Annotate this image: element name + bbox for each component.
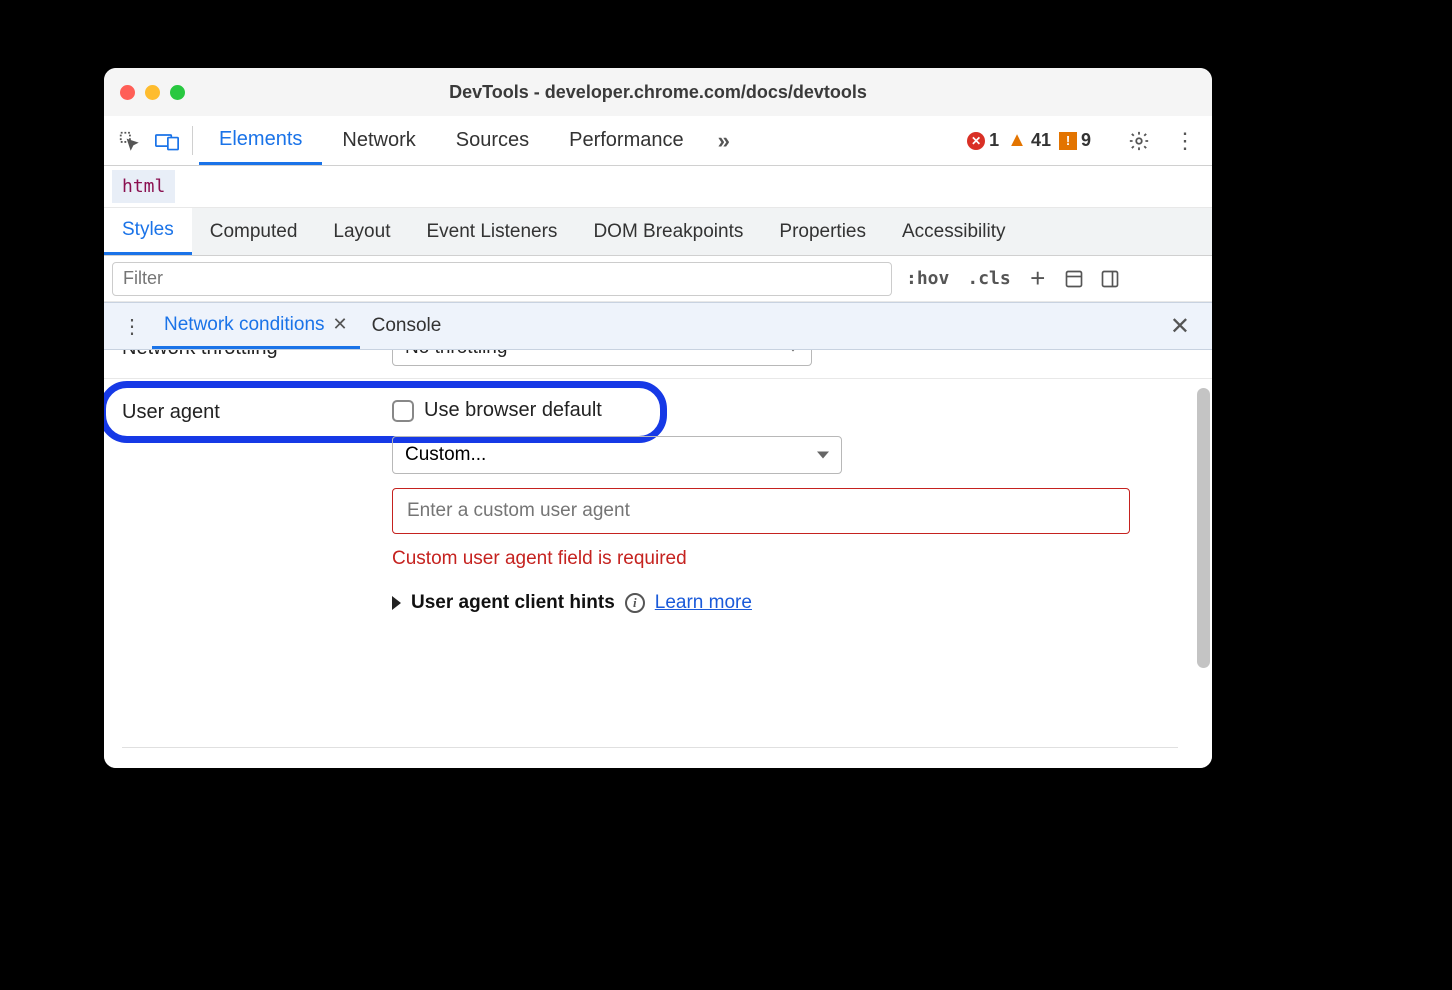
tab-elements[interactable]: Elements [199,116,322,165]
client-hints-label[interactable]: User agent client hints [411,592,615,614]
styles-filter-input[interactable] [112,262,892,296]
minimize-window-button[interactable] [145,85,160,100]
disclosure-triangle-icon[interactable] [392,596,401,610]
dom-breadcrumb: html [104,166,1212,208]
drawer-tab-console[interactable]: Console [360,303,454,349]
subtab-layout[interactable]: Layout [315,208,408,255]
window-title: DevTools - developer.chrome.com/docs/dev… [104,82,1212,103]
close-window-button[interactable] [120,85,135,100]
toggle-sidebar-icon[interactable] [1097,269,1123,289]
drawer-more-icon[interactable]: ⋮ [112,314,152,339]
devtools-window: DevTools - developer.chrome.com/docs/dev… [104,68,1212,768]
subtab-properties[interactable]: Properties [761,208,884,255]
issue-count-value: 9 [1081,130,1091,151]
error-icon: ✕ [967,132,985,150]
tab-network[interactable]: Network [322,116,435,165]
issue-icon: ! [1059,132,1077,150]
computed-styles-icon[interactable] [1061,269,1087,289]
user-agent-label: User agent [122,401,220,424]
error-count-value: 1 [989,130,999,151]
main-tab-strip: Elements Network Sources Performance » ✕… [104,116,1212,166]
vertical-scrollbar[interactable] [1197,388,1210,668]
use-browser-default-checkbox[interactable] [392,400,414,422]
toolbar-separator [192,126,193,155]
client-hints-row: User agent client hints i Learn more [392,592,1130,614]
network-conditions-panel: Network throttling No throttling User ag… [104,350,1212,768]
close-tab-icon[interactable]: ✕ [333,314,348,335]
subtab-accessibility[interactable]: Accessibility [884,208,1023,255]
issue-count[interactable]: ! 9 [1059,130,1091,151]
divider [122,747,1178,748]
user-agent-select[interactable]: Custom... [392,436,842,474]
subtab-dom-breakpoints[interactable]: DOM Breakpoints [575,208,761,255]
breadcrumb-html[interactable]: html [112,170,175,203]
user-agent-controls: Use browser default Custom... Custom use… [392,393,1130,614]
use-browser-default-row[interactable]: Use browser default [392,399,1130,422]
warning-count-value: 41 [1031,130,1051,151]
maximize-window-button[interactable] [170,85,185,100]
custom-user-agent-input[interactable] [392,488,1130,534]
device-toggle-icon[interactable] [148,116,186,165]
settings-icon[interactable] [1120,130,1158,152]
drawer-tab-network-conditions[interactable]: Network conditions ✕ [152,303,360,349]
styles-toolbar: :hov .cls + [104,256,1212,302]
traffic-lights [120,85,185,100]
info-icon[interactable]: i [625,593,645,613]
drawer-tab-label: Network conditions [164,314,325,336]
throttling-select[interactable]: No throttling [392,350,812,366]
tab-sources[interactable]: Sources [436,116,549,165]
more-menu-icon[interactable]: ⋮ [1166,128,1204,154]
cls-toggle[interactable]: .cls [963,268,1014,289]
drawer-close-icon[interactable]: ✕ [1156,312,1204,341]
network-throttling-row: Network throttling No throttling [104,350,1212,379]
chevron-down-icon [817,452,829,459]
inspect-element-icon[interactable] [110,116,148,165]
throttling-value: No throttling [405,350,507,358]
new-style-rule-icon[interactable]: + [1025,263,1051,294]
subtab-computed[interactable]: Computed [192,208,316,255]
toolbar-right: ✕ 1 ▲ 41 ! 9 ⋮ [967,116,1212,165]
tab-performance[interactable]: Performance [549,116,704,165]
use-browser-default-label: Use browser default [424,399,602,422]
warning-count[interactable]: ▲ 41 [1007,129,1051,152]
drawer-tab-label: Console [372,315,442,337]
warning-icon: ▲ [1007,129,1027,152]
user-agent-error-text: Custom user agent field is required [392,548,1130,570]
hov-toggle[interactable]: :hov [902,268,953,289]
learn-more-link[interactable]: Learn more [655,592,752,614]
error-count[interactable]: ✕ 1 [967,130,999,151]
elements-subtabs: Styles Computed Layout Event Listeners D… [104,208,1212,256]
chevron-down-icon [787,350,799,352]
throttling-label: Network throttling [122,350,392,360]
drawer-tab-strip: ⋮ Network conditions ✕ Console ✕ [104,302,1212,350]
user-agent-row: User agent Use browser default Custom...… [104,379,1212,614]
subtab-event-listeners[interactable]: Event Listeners [408,208,575,255]
subtab-styles[interactable]: Styles [104,208,192,255]
tabs-overflow-button[interactable]: » [704,116,744,165]
user-agent-select-value: Custom... [405,444,486,465]
titlebar: DevTools - developer.chrome.com/docs/dev… [104,68,1212,116]
